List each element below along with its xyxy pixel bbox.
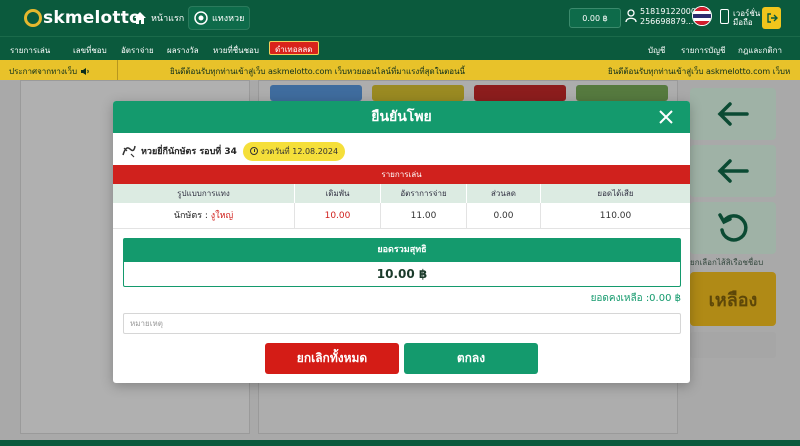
menu-item-play-list[interactable]: รายการเล่น [10, 44, 50, 57]
home-button[interactable]: หน้าแรก [133, 6, 184, 30]
table-cell-type: นักษัตร : งูใหญ่ [113, 203, 295, 229]
menu-item-account[interactable]: บัญชี [648, 44, 665, 57]
lotto-tile[interactable] [576, 85, 668, 101]
lotto-info: หวยยี่กีนักษัตร รอบที่ 34 งวดวันที่ 12.0… [121, 141, 346, 161]
user-phone: 256698879... [640, 17, 694, 26]
modal-title: ยืนยันโพย [371, 109, 432, 125]
column-header-discount: ส่วนลด [467, 184, 541, 203]
side-button[interactable] [690, 332, 776, 358]
top-header: skmelotto หน้าแรก แทงหวย 0.00 ฿ 51819122… [0, 0, 800, 36]
mobile-icon[interactable] [720, 9, 729, 24]
play-list-header: รายการเล่น [113, 165, 690, 184]
column-header-type: รูปแบบการแทง [113, 184, 295, 203]
bottom-bar [0, 440, 800, 446]
thai-flag-icon[interactable] [692, 6, 712, 26]
table-cell-payout: 110.00 [541, 203, 690, 229]
back-button-2[interactable] [690, 145, 776, 197]
balance-display[interactable]: 0.00 ฿ [569, 8, 621, 28]
menu-item-favorite-lotto[interactable]: หวยที่ชื่นชอบ [213, 44, 259, 57]
menu-item-hot[interactable]: ดำเทอลลด [269, 41, 319, 55]
net-total-label: ยอดรวมสุทธิ [124, 239, 680, 262]
lotto-ball-icon [194, 11, 208, 25]
lotto-tile[interactable] [372, 85, 464, 101]
net-total-box: ยอดรวมสุทธิ 10.00 ฿ [123, 238, 681, 287]
zodiac-value: งูใหญ่ [210, 211, 234, 221]
gold-button[interactable]: เหลือง [690, 272, 776, 326]
table-cell-rate: 11.00 [381, 203, 467, 229]
menu-item-account-list[interactable]: รายการบัญชี [681, 44, 725, 57]
table-cell-stake: 10.00 [295, 203, 381, 229]
close-icon[interactable] [658, 109, 674, 125]
note-input[interactable] [123, 313, 681, 334]
logo-text: skmelotto [43, 8, 141, 28]
lotto-name: หวยยี่กีนักษัตร รอบที่ 34 [141, 147, 237, 157]
zodiac-icon [122, 145, 136, 158]
user-info[interactable]: 51819122000 256698879... [640, 7, 696, 27]
menu-item-results[interactable]: ผลรางวัล [167, 44, 199, 57]
logout-icon [766, 13, 778, 23]
announcement-bar: ประกาศจากทางเว็บ ยินดีต้อนรับทุกท่านเข้า… [0, 60, 800, 80]
arrow-left-icon [717, 159, 749, 183]
logout-button[interactable] [762, 7, 781, 29]
menu-item-rules[interactable]: กฎและกติกา [738, 44, 782, 57]
arrow-left-icon [717, 102, 749, 126]
clock-icon [249, 147, 258, 155]
bet-button[interactable]: แทงหวย [188, 6, 251, 30]
main-menu [0, 36, 800, 60]
column-header-payout: ยอดได้เสีย [541, 184, 690, 203]
menu-item-rates[interactable]: อัตราจ่าย [121, 44, 154, 57]
announcement-label: ประกาศจากทางเว็บ [0, 60, 118, 80]
reset-button[interactable] [690, 202, 776, 254]
logo-mark [24, 9, 42, 27]
date-badge: งวดวันที่ 12.08.2024 [242, 141, 346, 161]
speaker-icon [80, 68, 89, 75]
menu-item-favorite-numbers[interactable]: เลขที่ชอบ [73, 44, 107, 57]
table-cell-discount: 0.00 [467, 203, 541, 229]
logo[interactable]: skmelotto [24, 7, 141, 29]
column-header-rate: อัตราการจ่าย [381, 184, 467, 203]
mobile-label-2: มือถือ [733, 18, 753, 27]
home-icon [134, 12, 146, 24]
home-label: หน้าแรก [151, 14, 185, 24]
net-total-value: 10.00 ฿ [376, 267, 428, 281]
confirm-button[interactable]: ตกลง [404, 343, 538, 374]
refresh-icon [718, 213, 748, 242]
date-label: งวดวันที่ 12.08.2024 [260, 146, 339, 156]
back-button[interactable] [690, 88, 776, 140]
announcement-text-repeat: ยินดีต้อนรับทุกท่านเข้าสู่เว็บ askmelott… [608, 67, 791, 76]
remaining-balance: ยอดคงเหลือ :0.00 ฿ [590, 293, 681, 304]
lotto-tile[interactable] [270, 85, 362, 101]
cancel-all-button[interactable]: ยกเลิกทั้งหมด [265, 343, 399, 374]
side-link[interactable]: ยกเลือกไส้สิเรือชชื่อบ [690, 256, 763, 269]
mobile-label-1: เวอร์ชั่น [733, 9, 761, 18]
mobile-version-link[interactable]: เวอร์ชั่น มือถือ [733, 9, 760, 27]
lotto-tile[interactable] [474, 85, 566, 101]
announcement-text: ยินดีต้อนรับทุกท่านเข้าสู่เว็บ askmelott… [170, 67, 465, 76]
confirm-bet-modal: ยืนยันโพย หวยยี่กีนักษัตร รอบที่ 34 งวดว… [113, 101, 690, 383]
bet-label: แทงหวย [212, 14, 245, 24]
user-id: 51819122000 [640, 7, 696, 16]
user-icon [625, 9, 637, 23]
column-header-stake: เดิมพัน [295, 184, 381, 203]
